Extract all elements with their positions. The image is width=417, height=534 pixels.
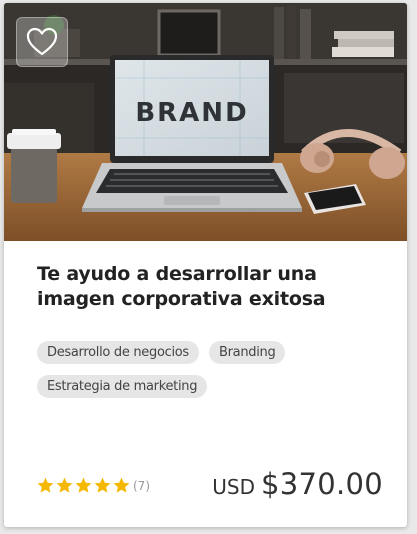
service-image[interactable]: BRAND xyxy=(4,3,407,241)
price-amount: $370.00 xyxy=(260,467,383,501)
review-count: (7) xyxy=(133,478,150,493)
tag-desarrollo-de-negocios[interactable]: Desarrollo de negocios xyxy=(37,341,199,364)
star-icon xyxy=(37,477,54,493)
tag-estrategia-de-marketing[interactable]: Estrategia de marketing xyxy=(37,375,208,398)
star-icon xyxy=(113,477,130,493)
price: USD $370.00 xyxy=(212,467,383,501)
price-currency: USD xyxy=(212,475,255,499)
favorite-button[interactable] xyxy=(16,17,68,67)
service-title[interactable]: Te ayudo a desarrollar una imagen corpor… xyxy=(37,262,382,312)
star-icon xyxy=(94,477,111,493)
rating: (7) xyxy=(36,476,150,495)
screen-brand-text: BRAND xyxy=(135,98,248,128)
star-icon xyxy=(75,477,92,493)
tag-branding[interactable]: Branding xyxy=(209,341,286,364)
service-card[interactable]: BRAND Te ayudo a desarrollar una imagen … xyxy=(4,3,407,527)
heart-outline-icon xyxy=(26,27,58,56)
star-icon xyxy=(56,477,73,493)
